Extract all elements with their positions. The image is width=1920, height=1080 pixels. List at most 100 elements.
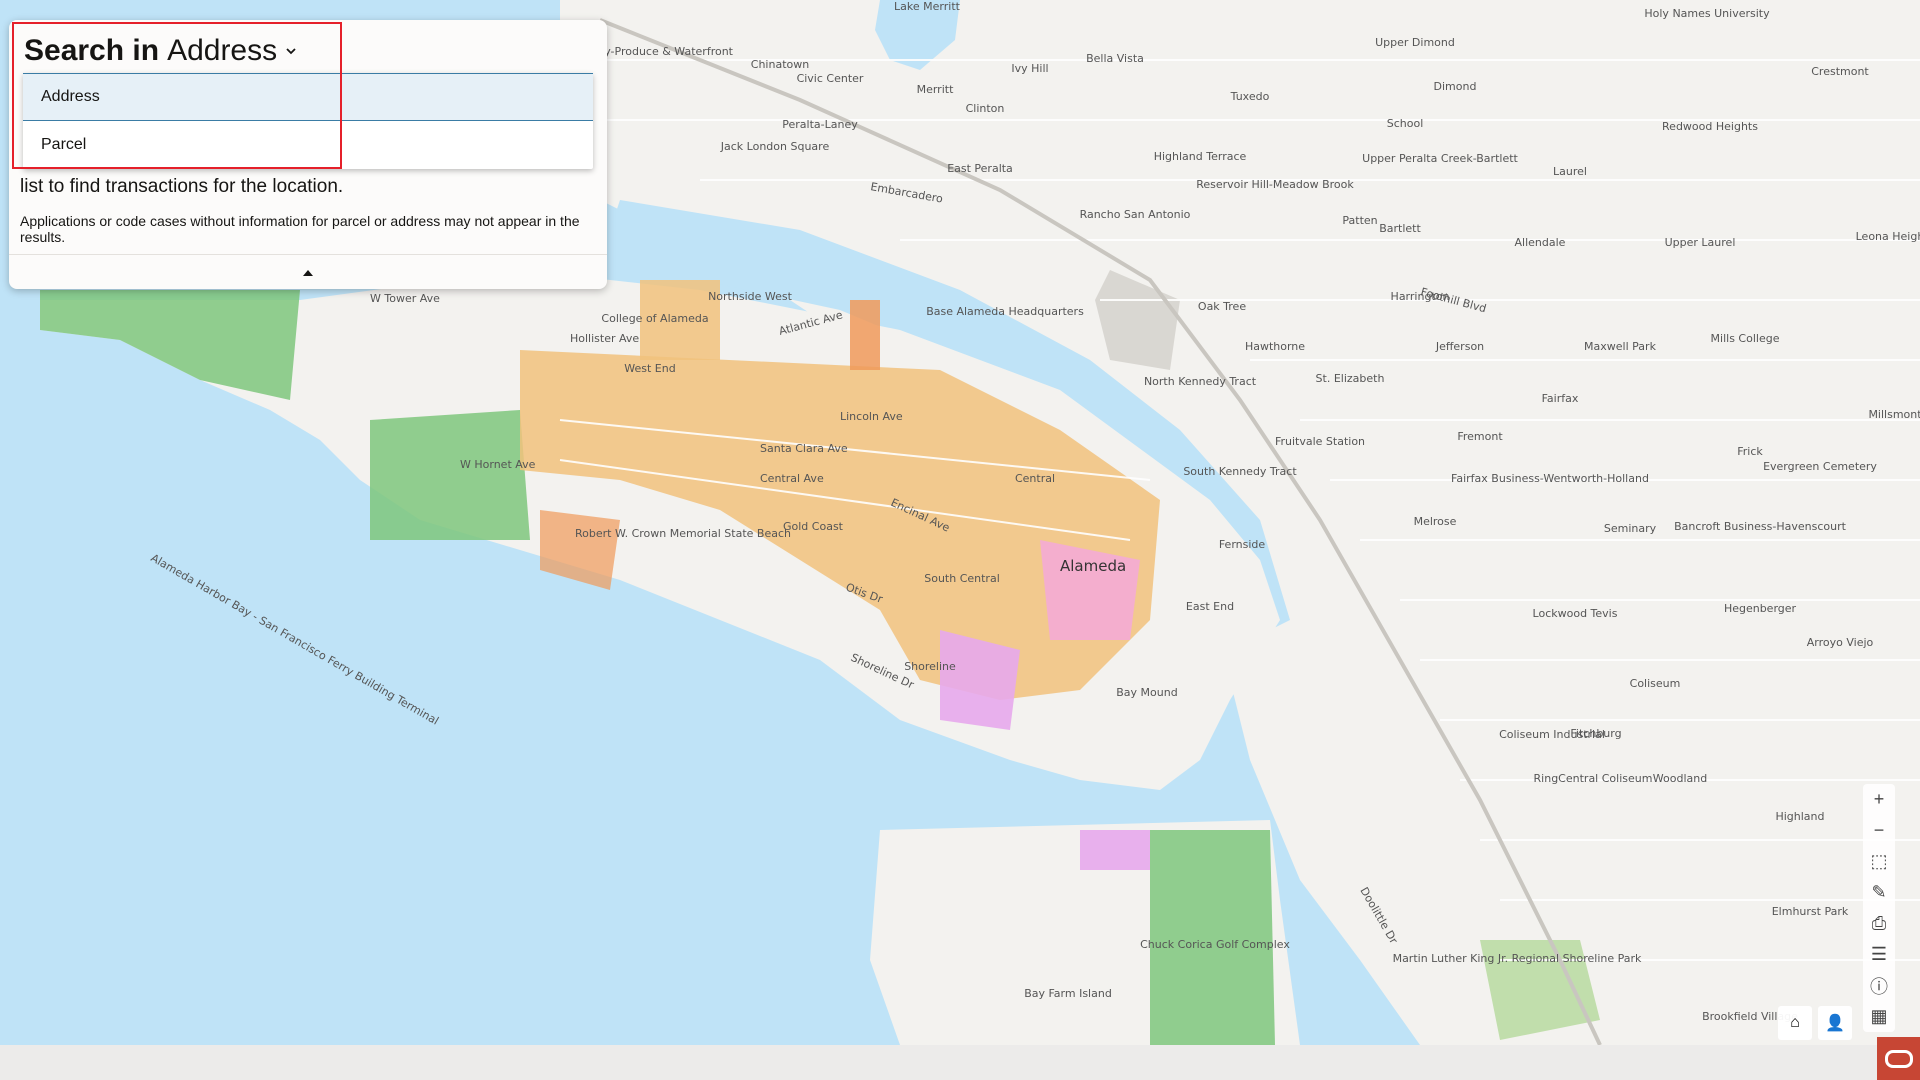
select-area-icon[interactable]: ⬚ bbox=[1863, 846, 1895, 877]
oracle-ring-icon bbox=[1884, 1049, 1913, 1068]
map-place-label: Laurel bbox=[1553, 165, 1587, 178]
map-place-label: South Central bbox=[924, 572, 1000, 585]
map-place-label: Base Alameda Headquarters bbox=[926, 305, 1084, 318]
footer-bar bbox=[0, 1045, 1920, 1080]
map-place-label: Rancho San Antonio bbox=[1080, 208, 1191, 221]
map-place-label: Bay Mound bbox=[1116, 686, 1177, 699]
map-place-label: Melrose bbox=[1414, 515, 1457, 528]
map-place-label: West End bbox=[624, 362, 675, 375]
map-toolbar: + − ⬚ ✎ ⎙ ☰ ⓘ ▦ bbox=[1863, 784, 1895, 1032]
map-place-label: Redwood Heights bbox=[1662, 120, 1758, 133]
map-place-label: School bbox=[1387, 117, 1424, 130]
map-place-label: East Peralta bbox=[947, 162, 1013, 175]
map-place-label: Bay Farm Island bbox=[1024, 987, 1112, 1000]
map-city-label: Alameda bbox=[1060, 557, 1126, 575]
map-place-label: Seminary bbox=[1604, 522, 1657, 535]
map-place-label: Civic Center bbox=[797, 72, 864, 85]
search-description: list to find transactions for the locati… bbox=[20, 176, 344, 197]
search-note: Applications or code cases without infor… bbox=[20, 213, 580, 245]
map-place-label: Crestmont bbox=[1811, 65, 1869, 78]
map-place-label: Ivy Hill bbox=[1011, 62, 1048, 75]
map-place-label: Gold Coast bbox=[783, 520, 844, 533]
map-place-label: Shoreline bbox=[904, 660, 956, 673]
map-place-label: Peralta-Laney bbox=[782, 118, 858, 131]
map-place-label: Hegenberger bbox=[1724, 602, 1797, 615]
map-place-label: North Kennedy Tract bbox=[1144, 375, 1257, 388]
map-place-label: Upper Laurel bbox=[1665, 236, 1736, 249]
map-place-label: Jack London Square bbox=[720, 140, 830, 153]
map-place-label: Lake Merritt bbox=[894, 0, 961, 13]
map-place-label: Upper Peralta Creek-Bartlett bbox=[1362, 152, 1518, 165]
search-mode-dropdown: Address Parcel bbox=[23, 73, 593, 169]
map-place-label: Mills College bbox=[1711, 332, 1780, 345]
home-icon: ⌂ bbox=[1790, 1014, 1800, 1031]
map-place-label: Highland Terrace bbox=[1154, 150, 1247, 163]
zoning-orange-strip bbox=[850, 300, 880, 370]
search-title-mode: Address bbox=[167, 34, 278, 67]
draw-icon[interactable]: ✎ bbox=[1863, 877, 1895, 908]
map-place-label: East End bbox=[1186, 600, 1234, 613]
qr-icon[interactable]: ▦ bbox=[1863, 1001, 1895, 1032]
dropdown-option-parcel[interactable]: Parcel bbox=[23, 121, 593, 169]
map-place-label: Hawthorne bbox=[1245, 340, 1305, 353]
map-street-label: Santa Clara Ave bbox=[760, 442, 848, 455]
map-place-label: Leona Heights bbox=[1856, 230, 1920, 243]
map-place-label: Oak Tree bbox=[1198, 300, 1246, 313]
oracle-logo[interactable] bbox=[1877, 1037, 1920, 1080]
map-place-label: Bella Vista bbox=[1086, 52, 1144, 65]
info-icon[interactable]: ⓘ bbox=[1863, 970, 1895, 1001]
home-button[interactable]: ⌂ bbox=[1778, 1006, 1812, 1040]
crown-beach-park bbox=[370, 410, 530, 540]
zoning-pink-bayfarm bbox=[1080, 830, 1150, 870]
print-icon[interactable]: ⎙ bbox=[1863, 908, 1895, 939]
map-place-label: Merritt bbox=[917, 83, 954, 96]
search-mode-selector[interactable]: Search in Address bbox=[24, 34, 297, 68]
map-place-label: Clinton bbox=[966, 102, 1005, 115]
map-place-label: Coliseum bbox=[1630, 677, 1681, 690]
map-place-label: South Kennedy Tract bbox=[1183, 465, 1297, 478]
zoom-in-icon[interactable]: + bbox=[1863, 784, 1895, 815]
map-place-label: Upper Dimond bbox=[1375, 36, 1455, 49]
map-place-label: Patten bbox=[1342, 214, 1377, 227]
triangle-up-icon bbox=[303, 269, 313, 276]
map-place-label: Highland bbox=[1775, 810, 1824, 823]
map-place-label: Coliseum Industrial bbox=[1499, 728, 1605, 741]
map-place-label: Dimond bbox=[1434, 80, 1477, 93]
profile-button[interactable]: 👤 bbox=[1818, 1006, 1852, 1040]
map-place-label: Fremont bbox=[1457, 430, 1503, 443]
map-place-label: Northside West bbox=[708, 290, 793, 303]
zoom-out-icon[interactable]: − bbox=[1863, 815, 1895, 846]
map-place-label: Fernside bbox=[1219, 538, 1266, 551]
map-place-label: Millsmont bbox=[1868, 408, 1920, 421]
map-place-label: Holy Names University bbox=[1644, 7, 1770, 20]
map-street-label: Central Ave bbox=[760, 472, 824, 485]
map-street-label: W Tower Ave bbox=[370, 292, 440, 305]
map-place-label: Evergreen Cemetery bbox=[1763, 460, 1877, 473]
map-place-label: Elmhurst Park bbox=[1772, 905, 1849, 918]
map-street-label: Lincoln Ave bbox=[840, 410, 903, 423]
legend-icon[interactable]: ☰ bbox=[1863, 939, 1895, 970]
map-place-label: Reservoir Hill-Meadow Brook bbox=[1196, 178, 1354, 191]
map-place-label: Frick bbox=[1737, 445, 1763, 458]
collapse-panel-button[interactable] bbox=[9, 254, 607, 290]
map-place-label: Maxwell Park bbox=[1584, 340, 1657, 353]
map-street-label: Hollister Ave bbox=[570, 332, 639, 345]
map-place-label: College of Alameda bbox=[601, 312, 708, 325]
user-icon: 👤 bbox=[1825, 1015, 1845, 1032]
map-place-label: Lockwood Tevis bbox=[1533, 607, 1618, 620]
map-street-label: W Hornet Ave bbox=[460, 458, 536, 471]
map-place-label: Allendale bbox=[1515, 236, 1566, 249]
map-place-label: Chinatown bbox=[751, 58, 809, 71]
map-place-label: Chuck Corica Golf Complex bbox=[1140, 938, 1290, 951]
map-place-label: Arroyo Viejo bbox=[1807, 636, 1874, 649]
map-place-label: Fruitvale Station bbox=[1275, 435, 1365, 448]
map-place-label: Tuxedo bbox=[1230, 90, 1270, 103]
map-place-label: Woodland bbox=[1653, 772, 1707, 785]
dropdown-option-address[interactable]: Address bbox=[23, 73, 593, 121]
map-place-label: Central bbox=[1015, 472, 1055, 485]
map-place-label: St. Elizabeth bbox=[1316, 372, 1385, 385]
map-place-label: Martin Luther King Jr. Regional Shorelin… bbox=[1393, 952, 1642, 965]
map-place-label: Fairfax bbox=[1542, 392, 1579, 405]
map-place-label: Robert W. Crown Memorial State Beach bbox=[575, 527, 791, 540]
search-title-prefix: Search in bbox=[24, 34, 160, 67]
